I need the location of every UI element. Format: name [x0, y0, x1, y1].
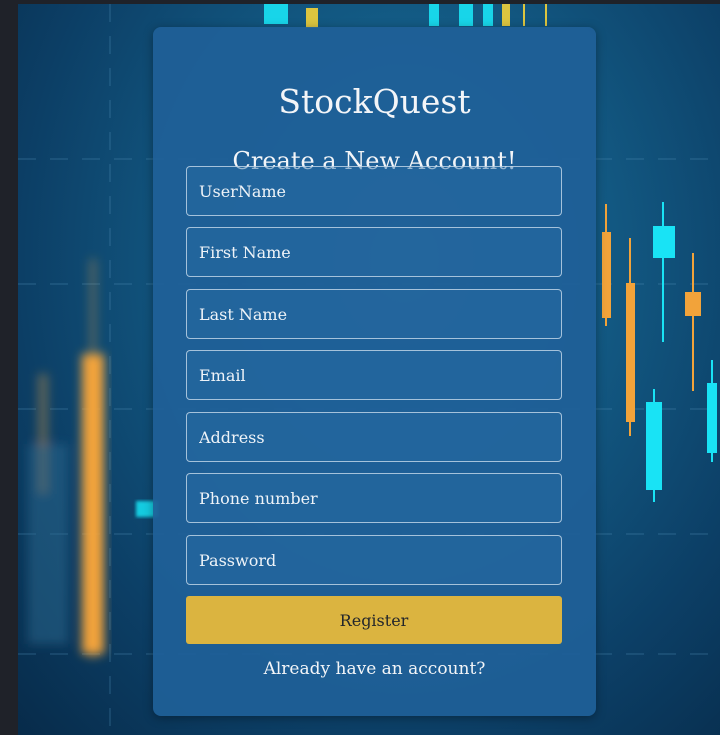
- last-name-input[interactable]: [186, 289, 562, 339]
- app-logo-title: StockQuest: [278, 82, 471, 121]
- password-input[interactable]: [186, 535, 562, 585]
- register-card: StockQuest Create a New Account! Registe…: [153, 27, 596, 716]
- address-input[interactable]: [186, 412, 562, 462]
- window-left-edge: [0, 0, 18, 735]
- username-input[interactable]: [186, 166, 562, 216]
- email-input[interactable]: [186, 350, 562, 400]
- first-name-input[interactable]: [186, 227, 562, 277]
- login-link[interactable]: Already have an account?: [153, 657, 596, 681]
- register-button[interactable]: Register: [186, 596, 562, 644]
- phone-input[interactable]: [186, 473, 562, 523]
